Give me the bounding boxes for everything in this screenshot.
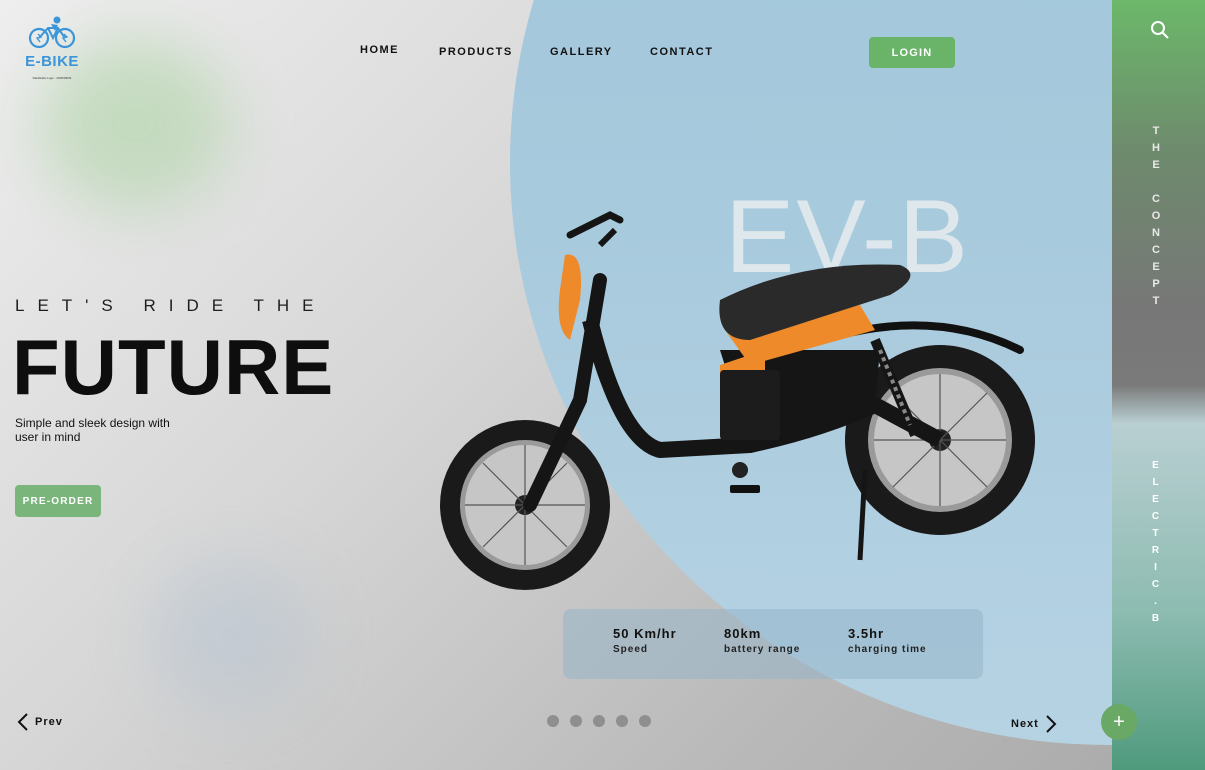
spec-value: 50 Km/hr (613, 626, 677, 641)
spec-speed: 50 Km/hr Speed (613, 626, 677, 655)
chevron-left-icon (17, 713, 28, 731)
spec-label: charging time (848, 644, 927, 655)
spec-range: 80km battery range (724, 626, 800, 655)
brand-name: E-BIKE (25, 53, 79, 70)
side-label-concept: THE CONCEPT (1150, 125, 1162, 312)
next-label: Next (1011, 718, 1039, 730)
carousel-dots (547, 715, 651, 727)
spec-value: 80km (724, 626, 762, 641)
carousel-dot[interactable] (616, 715, 628, 727)
carousel-dot[interactable] (639, 715, 651, 727)
carousel-dot[interactable] (547, 715, 559, 727)
carousel-dot[interactable] (570, 715, 582, 727)
prev-label: Prev (35, 716, 63, 728)
hero-description: Simple and sleek design with user in min… (15, 416, 170, 444)
hero-title: FUTURE (12, 323, 335, 411)
carousel-dot[interactable] (593, 715, 605, 727)
plus-icon[interactable]: + (1101, 704, 1137, 740)
nav-gallery[interactable]: GALLERY (550, 46, 613, 58)
login-button[interactable]: LOGIN (869, 37, 955, 68)
search-icon[interactable] (1150, 20, 1170, 40)
nav-contact[interactable]: CONTACT (650, 46, 713, 58)
blue-glow-decoration (150, 560, 310, 710)
brand-tagline: Rankbabu Logo · 2025/09/04 (32, 76, 72, 80)
brand-logo[interactable]: E-BIKE Rankbabu Logo · 2025/09/04 (22, 16, 82, 80)
prev-button[interactable]: Prev (17, 713, 63, 731)
side-label-electric: ELECTRIC.B (1150, 460, 1161, 630)
bicycle-logo-icon (28, 16, 76, 49)
nav-home[interactable]: HOME (360, 44, 399, 56)
e-bike-image (440, 211, 1035, 590)
hero-pretitle: LET'S RIDE THE (15, 296, 327, 315)
spec-label: Speed (613, 644, 649, 655)
hero-stage: E-BIKE Rankbabu Logo · 2025/09/04 HOME P… (0, 0, 1205, 770)
spec-value: 3.5hr (848, 626, 885, 641)
side-panel (1112, 0, 1205, 770)
nav-products[interactable]: PRODUCTS (439, 46, 513, 58)
next-button[interactable]: Next (1011, 715, 1057, 733)
spec-charging: 3.5hr charging time (848, 626, 927, 655)
spec-label: battery range (724, 644, 801, 655)
chevron-right-icon (1046, 715, 1057, 733)
pre-order-button[interactable]: PRE-ORDER (15, 485, 101, 517)
specs-card: 50 Km/hr Speed 80km battery range 3.5hr … (563, 609, 983, 679)
